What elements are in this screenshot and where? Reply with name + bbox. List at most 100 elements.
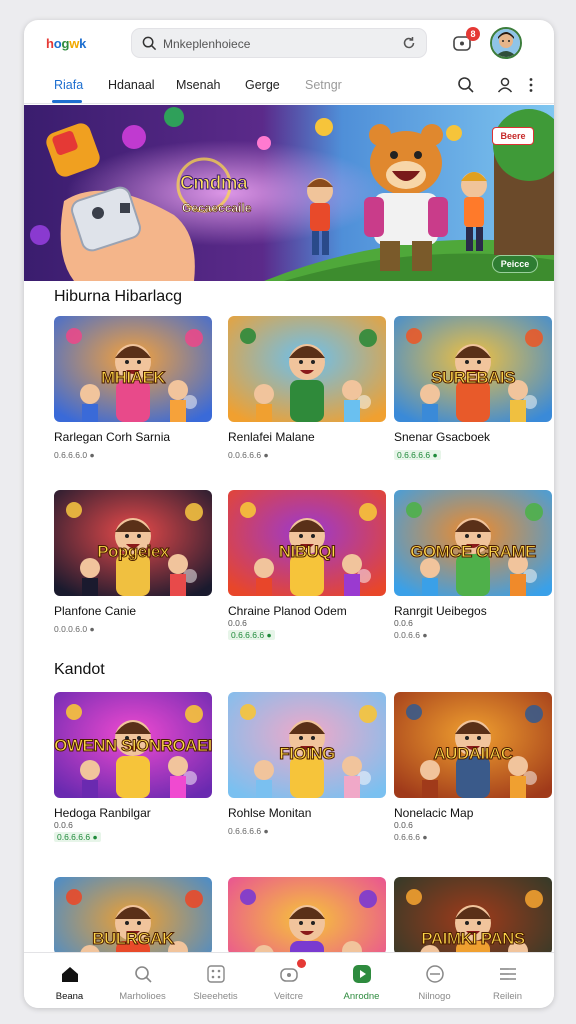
grid-icon bbox=[207, 965, 225, 983]
menu-icon bbox=[500, 968, 516, 980]
nav-label: Anrodne bbox=[343, 991, 380, 1002]
refresh-icon[interactable] bbox=[401, 35, 417, 51]
game-title: Hedoga Ranbilgar bbox=[54, 806, 151, 820]
hero-title: Cmdma bbox=[179, 173, 248, 195]
search-icon bbox=[142, 36, 157, 51]
game-card[interactable]: Renlafei Malane 0.0.6.6.6 ● bbox=[228, 316, 386, 460]
nav-item-veitcre[interactable]: Veitcre bbox=[251, 953, 326, 1008]
game-thumbnail[interactable]: FIOING bbox=[228, 692, 386, 798]
tab-msenah[interactable]: Msenah bbox=[176, 78, 220, 92]
game-card[interactable]: AUDAIIAC Nonelacic Map 0.0.6 0.6.6.6 ● bbox=[394, 692, 552, 842]
game-card[interactable]: FIOING Rohlse Monitan 0.6.6.6.6 ● bbox=[228, 692, 386, 836]
game-thumbnail[interactable]: AUDAIIAC bbox=[394, 692, 552, 798]
game-title: Rohlse Monitan bbox=[228, 806, 312, 820]
avatar[interactable] bbox=[490, 27, 522, 59]
nav-item-reilein[interactable]: Reilein bbox=[470, 953, 545, 1008]
game-title: Renlafei Malane bbox=[228, 430, 315, 444]
nav-item-anrodne[interactable]: Anrodne bbox=[324, 953, 399, 1008]
logo-letter: o bbox=[53, 36, 62, 51]
play-icon bbox=[353, 965, 371, 983]
game-subtitle: 0.0.6 bbox=[54, 820, 73, 830]
profile-icon[interactable] bbox=[496, 76, 514, 94]
game-card[interactable]: Popgeiex Planfone Canie 0.0.0.6.0 ● bbox=[54, 490, 212, 634]
thumbnail-title: SUREBAIS bbox=[431, 368, 516, 388]
thumbnail-title: MHIAEK bbox=[100, 368, 166, 388]
nav-label: Marholioes bbox=[119, 991, 166, 1002]
game-subtitle: 0.0.6 bbox=[394, 618, 413, 628]
game-card[interactable]: SUREBAIS Snenar Gsacboek 0.6.6.6.6 ● bbox=[394, 316, 552, 460]
thumbnail-title: BULRGAK bbox=[92, 929, 175, 949]
nav-badge bbox=[297, 959, 306, 968]
hero-play-button[interactable]: Peicce bbox=[492, 255, 538, 273]
app-logo[interactable]: hogwk bbox=[46, 36, 86, 51]
search-icon[interactable] bbox=[457, 76, 475, 94]
game-title: Nonelacic Map bbox=[394, 806, 474, 820]
game-card[interactable]: OWENN SIONROAEI Hedoga Ranbilgar 0.0.6 0.6.… bbox=[54, 692, 212, 842]
nav-item-nilnogo[interactable]: Nilnogo bbox=[397, 953, 472, 1008]
nav-label: Beana bbox=[55, 991, 84, 1002]
logo-letter: h bbox=[46, 36, 54, 51]
logo-letter: w bbox=[69, 36, 80, 51]
tab-setngr[interactable]: Setngr bbox=[305, 78, 342, 92]
game-meta: 0.6.6.6.6 ● bbox=[394, 450, 441, 460]
nav-label: Sleeehetis bbox=[193, 991, 238, 1002]
game-thumbnail[interactable] bbox=[228, 316, 386, 422]
nav-item-beana[interactable]: Beana bbox=[32, 953, 107, 1008]
thumbnail-title: OWENN SIONROAEI bbox=[54, 736, 212, 756]
thumbnail-title: FIOING bbox=[279, 744, 336, 764]
game-meta: 0.6.6.6.0 ● bbox=[54, 450, 95, 460]
thumbnail-title: NIBUQI bbox=[278, 542, 336, 562]
game-thumbnail[interactable]: PAIMKI PANS bbox=[394, 877, 552, 955]
section-title: Kandot bbox=[54, 661, 105, 678]
game-card[interactable] bbox=[228, 877, 386, 955]
tab-riafa[interactable]: Riafa bbox=[54, 78, 83, 92]
game-thumbnail[interactable]: SUREBAIS bbox=[394, 316, 552, 422]
header-bar: hogwk Mnkeplenhoiece 8 bbox=[24, 20, 554, 70]
game-thumbnail[interactable]: NIBUQI bbox=[228, 490, 386, 596]
search-icon bbox=[135, 966, 152, 983]
logo-letter: k bbox=[79, 36, 87, 51]
section-title: Hiburna Hibarlacg bbox=[54, 288, 183, 305]
search-input[interactable]: Mnkeplenhoiece bbox=[163, 37, 250, 51]
minus-circle-icon bbox=[426, 965, 444, 983]
game-meta: 0.6.6.6.6 ● bbox=[228, 826, 269, 836]
game-card[interactable]: BULRGAK bbox=[54, 877, 212, 955]
game-card[interactable]: PAIMKI PANS bbox=[394, 877, 552, 955]
tab-bar: Riafa Hdanaal Msenah Gerge Setngr bbox=[24, 70, 554, 104]
hero-subtitle: Gecaeccaile bbox=[182, 201, 252, 216]
nav-label: Veitcre bbox=[273, 991, 304, 1002]
game-meta: 0.6.6.6.6 ● bbox=[54, 832, 101, 842]
game-thumbnail[interactable] bbox=[228, 877, 386, 955]
game-title: Rarlegan Corh Sarnia bbox=[54, 430, 171, 444]
hero-top-button[interactable]: Beere bbox=[492, 127, 534, 145]
active-tab-indicator bbox=[52, 100, 82, 103]
thumbnail-title: PAIMKI PANS bbox=[421, 929, 526, 949]
game-thumbnail[interactable]: Popgeiex bbox=[54, 490, 212, 596]
thumbnail-title: Popgeiex bbox=[97, 542, 170, 562]
game-meta: 0.0.6.6.6 ● bbox=[228, 450, 269, 460]
game-thumbnail[interactable]: BULRGAK bbox=[54, 877, 212, 955]
game-card[interactable]: GOMCE CRAME Ranrgit Ueibegos 0.0.6 0.0.6.6 … bbox=[394, 490, 552, 640]
game-meta: 0.6.6.6.6 ● bbox=[228, 630, 275, 640]
tab-gerge[interactable]: Gerge bbox=[245, 78, 280, 92]
nav-label: Reilein bbox=[492, 991, 523, 1002]
thumbnail-title: GOMCE CRAME bbox=[410, 542, 537, 562]
bottom-navigation: Beana Marholioes Sleeehetis Veitcre Anrodne N… bbox=[24, 952, 554, 1008]
game-subtitle: 0.0.6 bbox=[394, 820, 413, 830]
game-thumbnail[interactable]: MHIAEK bbox=[54, 316, 212, 422]
game-thumbnail[interactable]: OWENN SIONROAEI bbox=[54, 692, 212, 798]
search-bar[interactable]: Mnkeplenhoiece bbox=[131, 28, 427, 58]
game-meta: 0.6.6.6 ● bbox=[394, 832, 428, 842]
more-vertical-icon[interactable] bbox=[522, 76, 540, 94]
game-meta: 0.0.6.6 ● bbox=[394, 630, 428, 640]
tab-hdanaal[interactable]: Hdanaal bbox=[108, 78, 155, 92]
nav-item-sleeehetis[interactable]: Sleeehetis bbox=[178, 953, 253, 1008]
hero-banner[interactable]: Cmdma Gecaeccaile Beere Peicce bbox=[24, 105, 554, 281]
game-card[interactable]: MHIAEK Rarlegan Corh Sarnia 0.6.6.6.0 ● bbox=[54, 316, 212, 460]
notification-badge: 8 bbox=[466, 27, 480, 41]
game-title: Ranrgit Ueibegos bbox=[394, 604, 487, 618]
game-card[interactable]: NIBUQI Chraine Planod Odem 0.0.6 0.6.6.6.6 … bbox=[228, 490, 386, 640]
nav-item-marholioes[interactable]: Marholioes bbox=[105, 953, 180, 1008]
home-icon bbox=[62, 967, 78, 982]
game-thumbnail[interactable]: GOMCE CRAME bbox=[394, 490, 552, 596]
